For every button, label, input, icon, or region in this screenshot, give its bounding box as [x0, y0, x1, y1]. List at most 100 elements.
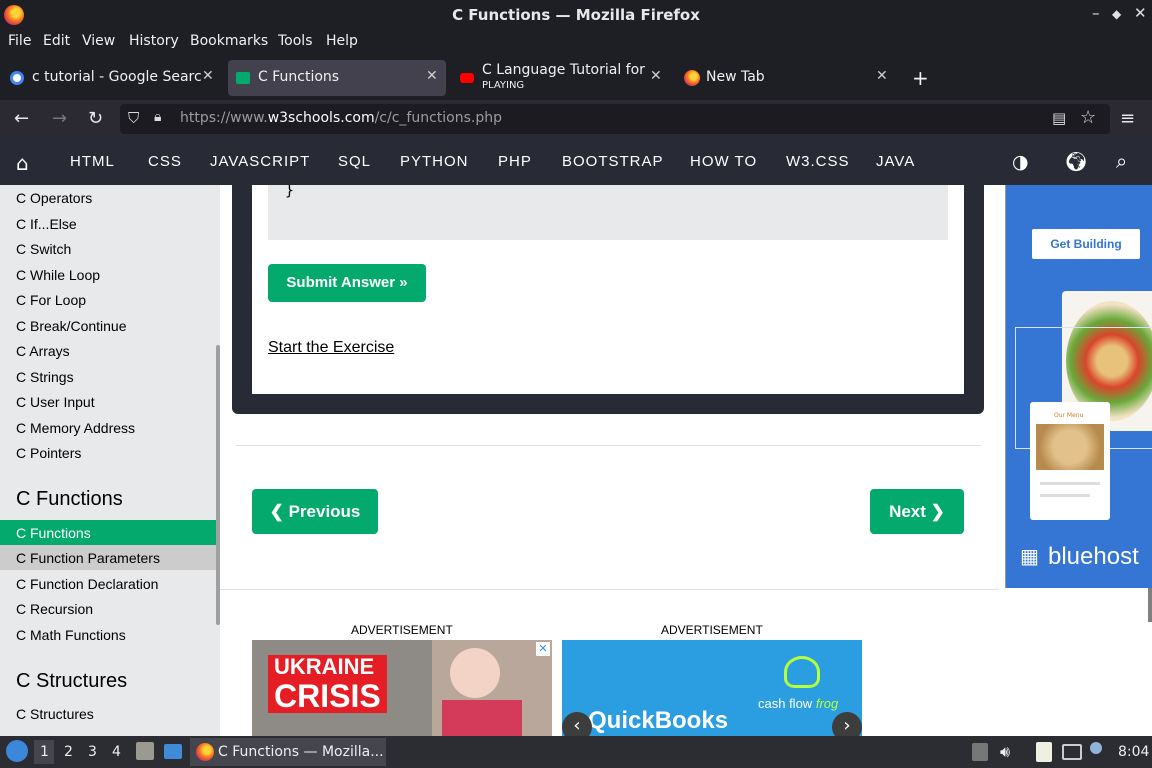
lock-icon[interactable]: 🔒︎: [154, 109, 161, 125]
tab-label: C Language Tutorial for B: [482, 62, 647, 78]
sidebar-heading-structures: C Structures: [16, 670, 128, 692]
menu-help[interactable]: Help: [326, 33, 358, 49]
globe-icon[interactable]: 🌍︎: [1064, 150, 1088, 173]
sidebar-item-while-loop[interactable]: C While Loop: [16, 267, 100, 283]
carousel-prev-icon[interactable]: ‹: [562, 712, 592, 736]
workspace-1[interactable]: 1: [40, 744, 49, 760]
nav-php[interactable]: PHP: [498, 153, 532, 170]
youtube-icon: [460, 73, 474, 83]
sidebar-item-function-parameters[interactable]: C Function Parameters: [16, 550, 160, 566]
hamburger-menu-icon[interactable]: ≡: [1120, 108, 1135, 129]
maximize-icon[interactable]: ◆: [1112, 7, 1121, 21]
tab-close-icon[interactable]: ✕: [426, 68, 438, 84]
nav-how-to[interactable]: HOW TO: [690, 153, 757, 170]
sidebar-item-operators[interactable]: C Operators: [16, 190, 92, 206]
firefox-icon: [196, 743, 214, 761]
search-icon[interactable]: ⌕: [1116, 149, 1127, 173]
close-icon[interactable]: ✕: [1134, 4, 1147, 22]
bookmark-star-icon[interactable]: ☆: [1080, 107, 1096, 128]
reader-view-icon[interactable]: ▤: [1052, 109, 1066, 127]
sidebar-item-arrays[interactable]: C Arrays: [16, 343, 70, 359]
tab-close-icon[interactable]: ✕: [650, 68, 662, 84]
sidebar-item-switch[interactable]: C Switch: [16, 241, 71, 257]
window-title: C Functions — Mozilla Firefox: [452, 6, 700, 24]
sidebar-item-structures[interactable]: C Structures: [16, 706, 94, 722]
show-desktop-icon[interactable]: [164, 744, 182, 759]
sidebar-item-strings[interactable]: C Strings: [16, 369, 74, 385]
tab-close-icon[interactable]: ✕: [202, 68, 214, 84]
child-coat-shape: [442, 700, 522, 736]
app-launcher-icon[interactable]: [6, 740, 28, 762]
ad-text-cashflow: cash flow frog: [758, 696, 839, 711]
bluehost-ad[interactable]: Get Building Our Menu ▦ bluehost: [1005, 185, 1152, 588]
home-icon[interactable]: ⌂: [16, 151, 29, 175]
clock: 8:04: [1118, 744, 1150, 760]
workspace-4[interactable]: 4: [112, 744, 121, 760]
menu-bar: File Edit View History Bookmarks Tools H…: [0, 30, 1152, 54]
child-face-shape: [450, 648, 500, 698]
placeholder-line: [1040, 482, 1100, 485]
nav-sql[interactable]: SQL: [338, 153, 371, 170]
nav-java[interactable]: JAVA: [876, 153, 915, 170]
exercise-inner: } Submit Answer » Start the Exercise: [252, 185, 964, 394]
new-tab-plus-icon[interactable]: +: [912, 66, 929, 90]
tab-new-tab[interactable]: New Tab ✕: [676, 60, 894, 96]
clipboard-icon[interactable]: [972, 743, 988, 761]
theme-toggle-icon[interactable]: ◑: [1012, 151, 1029, 173]
previous-button[interactable]: ❮ Previous: [252, 489, 378, 534]
nav-w3css[interactable]: W3.CSS: [786, 153, 850, 170]
sidebar-item-memory-address[interactable]: C Memory Address: [16, 420, 135, 436]
back-arrow-icon[interactable]: ←: [14, 108, 29, 129]
sidebar-item-functions[interactable]: C Functions: [16, 525, 91, 541]
carousel-next-icon[interactable]: ›: [832, 712, 862, 736]
workspace-2[interactable]: 2: [64, 744, 73, 760]
ad-text-ukraine: UKRAINE: [274, 654, 375, 679]
workspace-3[interactable]: 3: [88, 744, 97, 760]
tab-google[interactable]: c tutorial - Google Search ✕: [2, 60, 224, 96]
sidebar-item-recursion[interactable]: C Recursion: [16, 601, 93, 617]
url-text[interactable]: https://www.w3schools.com/c/c_functions.…: [180, 110, 502, 126]
menu-view[interactable]: View: [82, 33, 115, 49]
ukraine-crisis-ad[interactable]: UKRAINE CRISIS ✕: [252, 640, 552, 736]
tab-youtube[interactable]: C Language Tutorial for B PLAYING ✕: [452, 60, 670, 96]
sidebar-item-if-else[interactable]: C If...Else: [16, 216, 77, 232]
notes-icon[interactable]: [1036, 742, 1052, 762]
minimize-icon[interactable]: –: [1092, 4, 1100, 22]
sidebar-item-break-continue[interactable]: C Break/Continue: [16, 318, 127, 334]
page-scrollbar-thumb[interactable]: [1148, 588, 1152, 622]
ad-text-quickbooks: QuickBooks: [588, 707, 729, 734]
reload-icon[interactable]: ↻: [88, 108, 103, 129]
get-building-button[interactable]: Get Building: [1032, 229, 1140, 259]
menu-tools[interactable]: Tools: [278, 33, 313, 49]
menu-edit[interactable]: Edit: [43, 33, 70, 49]
forward-arrow-icon[interactable]: →: [52, 108, 67, 129]
file-manager-icon[interactable]: [136, 742, 154, 760]
nav-css[interactable]: CSS: [148, 153, 182, 170]
quickbooks-ad[interactable]: cash flow frog QuickBooks ‹ ›: [562, 640, 862, 736]
start-exercise-link[interactable]: Start the Exercise: [268, 339, 394, 357]
sidebar-item-user-input[interactable]: C User Input: [16, 394, 95, 410]
nav-bootstrap[interactable]: BOOTSTRAP: [562, 153, 664, 170]
nav-python[interactable]: PYTHON: [400, 153, 469, 170]
menu-history[interactable]: History: [129, 33, 179, 49]
network-icon[interactable]: [1062, 744, 1082, 760]
menu-file[interactable]: File: [8, 33, 31, 49]
tab-close-icon[interactable]: ✕: [876, 68, 888, 84]
sidebar-item-for-loop[interactable]: C For Loop: [16, 292, 86, 308]
nav-html[interactable]: HTML: [70, 153, 115, 170]
volume-icon[interactable]: 🔊︎: [1000, 742, 1010, 762]
taskbar-firefox-window[interactable]: C Functions — Mozilla...: [190, 738, 386, 766]
sidebar-item-function-declaration[interactable]: C Function Declaration: [16, 576, 158, 592]
nav-javascript[interactable]: JAVASCRIPT: [210, 153, 310, 170]
sidebar-item-pointers[interactable]: C Pointers: [16, 445, 81, 461]
menu-bookmarks[interactable]: Bookmarks: [190, 33, 268, 49]
address-bar[interactable]: ⛉ 🔒︎ https://www.w3schools.com/c/c_funct…: [120, 104, 1110, 134]
notification-icon[interactable]: [1090, 742, 1102, 754]
ad-close-icon[interactable]: ✕: [536, 642, 550, 656]
placeholder-line: [1040, 494, 1090, 497]
submit-answer-button[interactable]: Submit Answer »: [268, 264, 426, 302]
sidebar-item-math-functions[interactable]: C Math Functions: [16, 627, 126, 643]
tracking-shield-icon[interactable]: ⛉: [128, 109, 139, 127]
next-button[interactable]: Next ❯: [870, 489, 964, 534]
tab-c-functions[interactable]: C Functions ✕: [228, 60, 446, 96]
